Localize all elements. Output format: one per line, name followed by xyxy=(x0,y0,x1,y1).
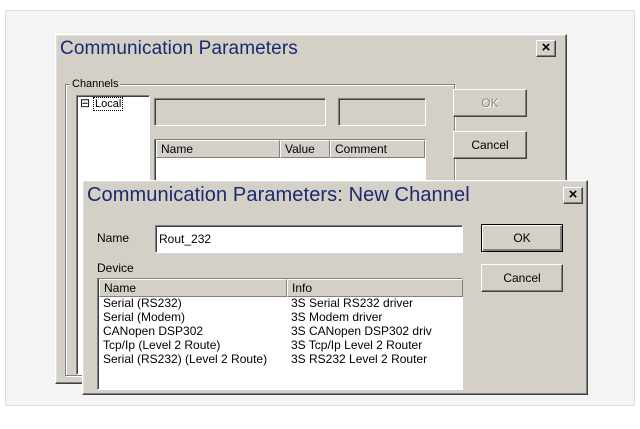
device-list[interactable]: Name Info Serial (RS232) 3S Serial RS232… xyxy=(97,278,463,390)
channels-label: Channels xyxy=(70,78,121,90)
column-header-value[interactable]: Value xyxy=(280,140,330,158)
column-header-name[interactable]: Name xyxy=(156,140,280,158)
ok-button-label: OK xyxy=(513,231,531,245)
channel-name-value: Rout_232 xyxy=(159,232,212,246)
tree-collapse-icon[interactable]: ⊟ xyxy=(80,97,90,109)
device-info: 3S Tcp/Ip Level 2 Router xyxy=(291,339,423,352)
cancel-button-label: Cancel xyxy=(503,271,541,285)
device-info: 3S CANopen DSP302 driv xyxy=(291,325,432,338)
device-info: 3S RS232 Level 2 Router xyxy=(291,353,428,366)
device-row[interactable]: Serial (RS232) (Level 2 Route) 3S RS232 … xyxy=(98,353,462,366)
new-channel-titlebar: Communication Parameters: New Channel × xyxy=(85,183,585,207)
channel-name-input[interactable]: Rout_232 xyxy=(155,225,463,253)
channel-info-field xyxy=(338,98,426,126)
device-label: Device xyxy=(97,261,134,275)
device-name: Serial (RS232) xyxy=(103,297,182,310)
device-name: CANopen DSP302 xyxy=(103,325,204,338)
close-icon: × xyxy=(568,186,578,203)
dialog-title: Communication Parameters xyxy=(60,38,298,59)
cancel-button-label: Cancel xyxy=(471,138,509,152)
close-button[interactable]: × xyxy=(536,40,556,57)
new-channel-title: Communication Parameters: New Channel xyxy=(87,184,470,206)
cancel-button[interactable]: Cancel xyxy=(453,131,527,159)
device-row[interactable]: Serial (Modem) 3S Modem driver xyxy=(98,311,462,324)
channel-name-field xyxy=(154,98,326,126)
device-info: 3S Modem driver xyxy=(291,311,383,324)
tree-item-local[interactable]: Local xyxy=(92,97,124,111)
column-header-comment[interactable]: Comment xyxy=(330,140,425,158)
device-name: Tcp/Ip (Level 2 Route) xyxy=(103,339,221,352)
ok-button-disabled[interactable]: OK xyxy=(453,89,527,117)
device-name: Serial (RS232) (Level 2 Route) xyxy=(103,353,268,366)
device-info: 3S Serial RS232 driver xyxy=(291,297,414,310)
device-name: Serial (Modem) xyxy=(103,311,186,324)
cancel-button[interactable]: Cancel xyxy=(481,264,563,292)
new-channel-close-button[interactable]: × xyxy=(563,187,583,204)
device-row[interactable]: Serial (RS232) 3S Serial RS232 driver xyxy=(98,297,462,310)
new-channel-dialog: Communication Parameters: New Channel × … xyxy=(82,180,588,395)
ok-button-label: OK xyxy=(481,96,499,110)
dialog-titlebar: Communication Parameters × xyxy=(58,37,564,61)
device-row[interactable]: CANopen DSP302 3S CANopen DSP302 driv xyxy=(98,325,462,338)
close-icon: × xyxy=(541,39,551,56)
column-header-name[interactable]: Name xyxy=(99,279,287,297)
column-header-info[interactable]: Info xyxy=(287,279,463,297)
name-label: Name xyxy=(97,231,130,245)
ok-button[interactable]: OK xyxy=(481,224,563,252)
device-row[interactable]: Tcp/Ip (Level 2 Route) 3S Tcp/Ip Level 2… xyxy=(98,339,462,352)
